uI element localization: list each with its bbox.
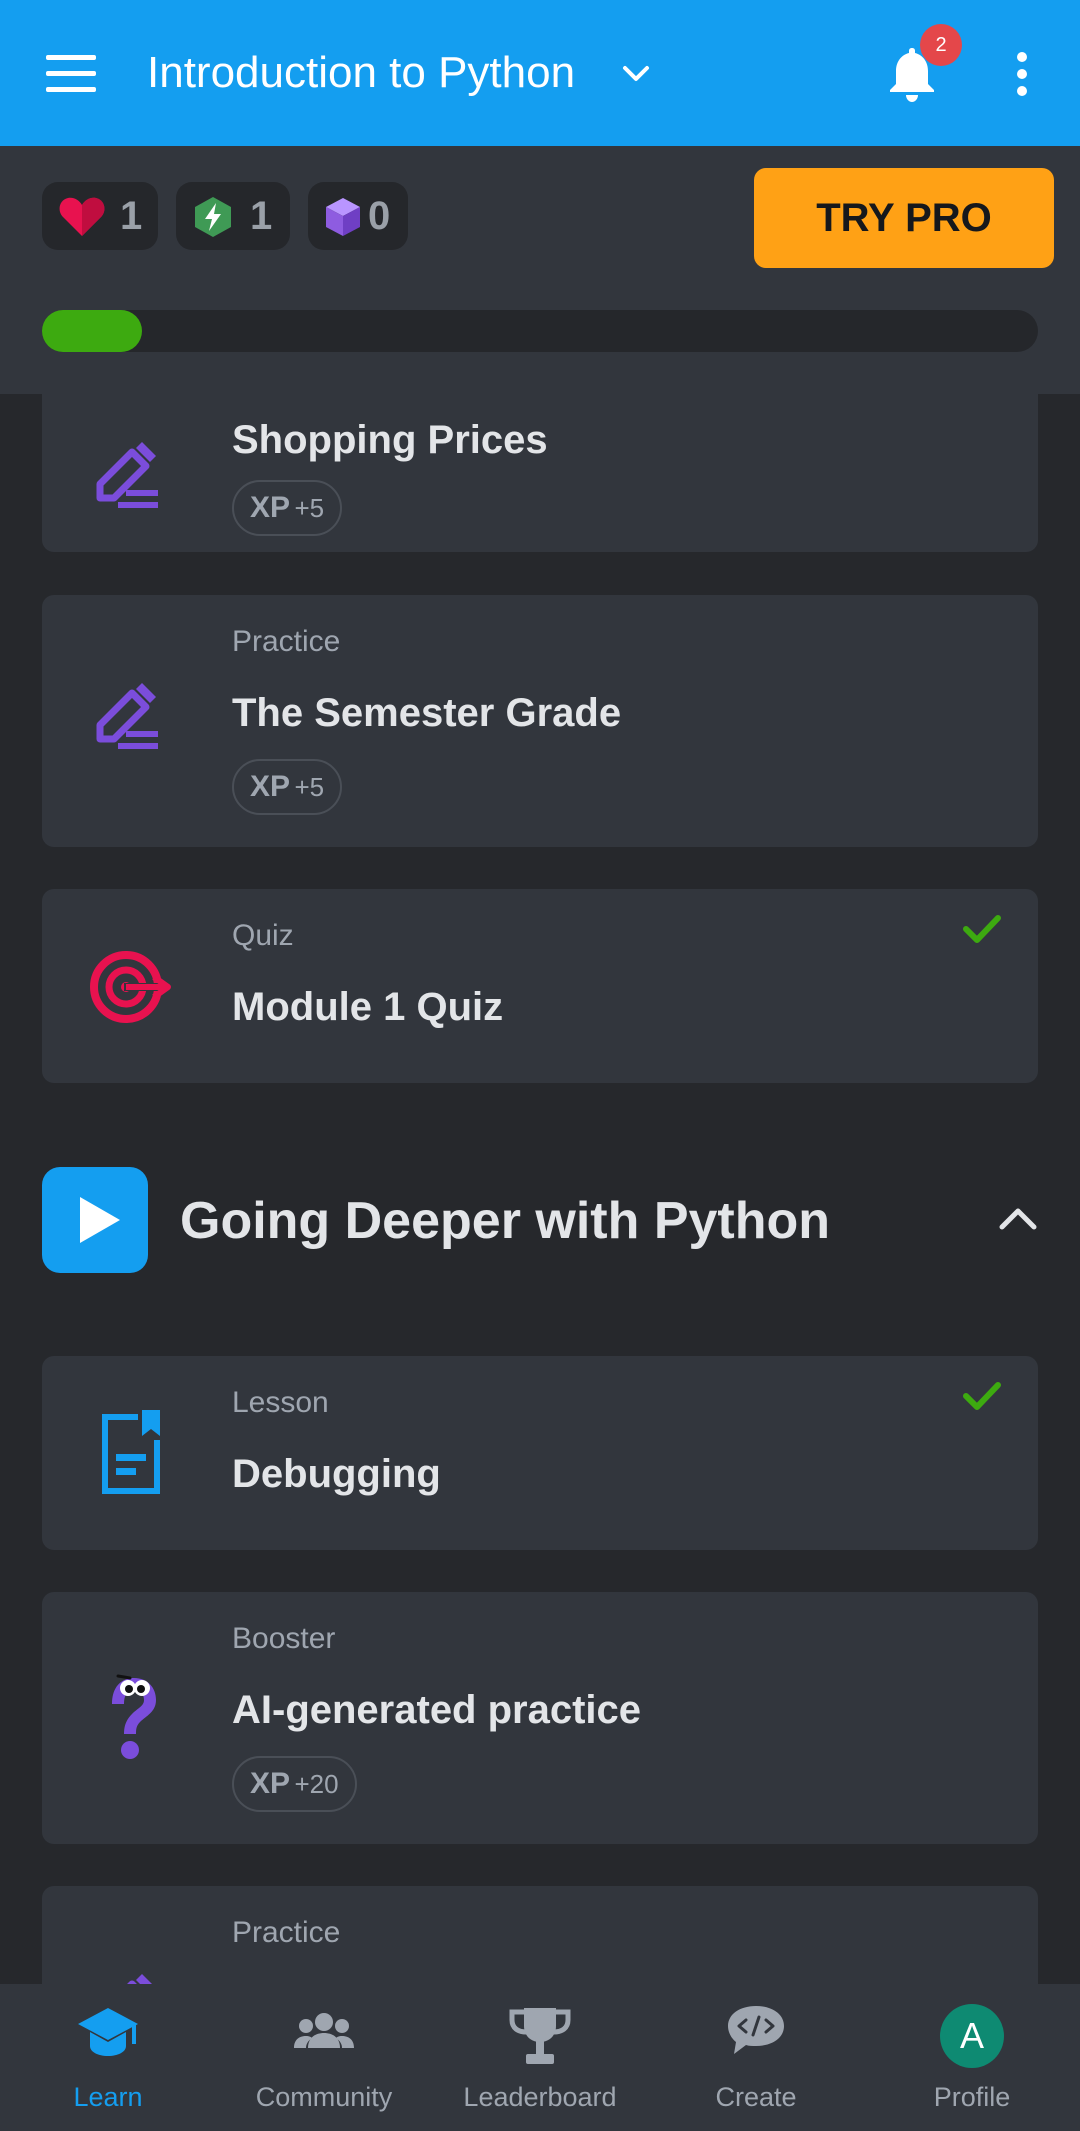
lesson-kind: Practice [232,625,341,658]
checkmark-icon [963,915,1001,943]
booster-card[interactable]: Booster AI-generated practice XP +20 [42,1592,1038,1844]
hearts-counter[interactable]: 1 [42,182,158,250]
lesson-kind: Practice [232,1916,341,1949]
lesson-card[interactable]: Lesson Debugging [42,1356,1038,1550]
lesson-title: Debugging [232,1452,441,1496]
nav-label: Create [715,2082,797,2112]
nav-label: Learn [73,2082,143,2112]
xp-value: +5 [294,493,325,523]
people-icon [294,2013,354,2048]
module-title: Going Deeper with Python [180,1192,831,1250]
nav-community[interactable]: Community [216,1984,432,2131]
gems-counter[interactable]: 0 [308,182,408,250]
chevron-up-icon[interactable] [998,1205,1038,1233]
nav-leaderboard[interactable]: Leaderboard [432,1984,648,2131]
target-icon [90,951,171,1023]
nav-create[interactable]: Create [648,1984,864,2131]
heart-icon [59,197,105,236]
nav-profile[interactable]: A Profile [864,1984,1080,2131]
xp-label: XP [250,1767,291,1800]
pencil-icon [127,1974,152,1984]
course-progress-fill [42,310,142,352]
nav-label: Profile [933,2082,1011,2112]
trophy-icon [509,2008,571,2064]
menu-icon[interactable] [46,55,98,93]
streak-count: 1 [250,194,273,238]
xp-label: XP [250,491,291,524]
xp-badge: XP +5 [232,759,343,815]
lesson-document-icon [102,1410,160,1494]
lesson-kind: Quiz [232,919,294,952]
gems-count: 0 [368,194,391,238]
xp-badge: XP +20 [232,1756,357,1812]
lesson-card[interactable]: Practice [42,1886,1038,1984]
lesson-kind: Booster [232,1622,336,1655]
lesson-title: The Semester Grade [232,691,622,735]
lesson-card[interactable]: Shopping Prices XP +5 [42,394,1038,552]
course-title[interactable]: Introduction to Python [147,48,575,98]
nav-label: Community [255,2082,393,2112]
try-pro-button[interactable]: TRY PRO [754,168,1054,268]
lesson-title: AI-generated practice [232,1688,642,1732]
xp-value: +5 [294,772,325,802]
chevron-down-icon[interactable] [620,58,652,90]
lesson-kind: Lesson [232,1386,329,1419]
avatar: A [940,2004,1004,2068]
lesson-card[interactable]: Practice The Semester Grade XP +5 [42,595,1038,847]
pencil-icon [96,683,158,749]
nav-learn[interactable]: Learn [0,1984,216,2131]
xp-value: +20 [294,1769,339,1799]
more-options-icon[interactable] [1010,50,1034,98]
cube-icon [326,198,360,236]
stats-bar: 1 1 0 TRY PRO [0,146,1080,394]
lesson-title: Module 1 Quiz [232,985,504,1029]
quiz-card[interactable]: Quiz Module 1 Quiz [42,889,1038,1083]
notification-badge: 2 [920,24,962,66]
xp-label: XP [250,770,291,803]
play-icon [42,1167,148,1273]
code-bubble-icon [728,2006,784,2054]
graduation-cap-icon [78,2008,138,2056]
checkmark-icon [963,1382,1001,1410]
hearts-count: 1 [120,194,143,238]
course-progress-bar [42,310,1038,352]
question-mascot-icon [112,1674,156,1759]
bottom-navigation: Learn Community Leaderboard Create A Pro… [0,1984,1080,2131]
xp-badge: XP +5 [232,480,343,536]
nav-label: Leaderboard [463,2082,617,2112]
streak-counter[interactable]: 1 [176,182,290,250]
pencil-icon [96,442,158,508]
lightning-icon [195,197,231,237]
lesson-title: Shopping Prices [232,418,548,462]
lesson-list[interactable]: Shopping Prices XP +5 Practice The Semes… [0,394,1080,1984]
module-header[interactable]: Going Deeper with Python [42,1167,1038,1273]
app-bar: Introduction to Python 2 [0,0,1080,146]
